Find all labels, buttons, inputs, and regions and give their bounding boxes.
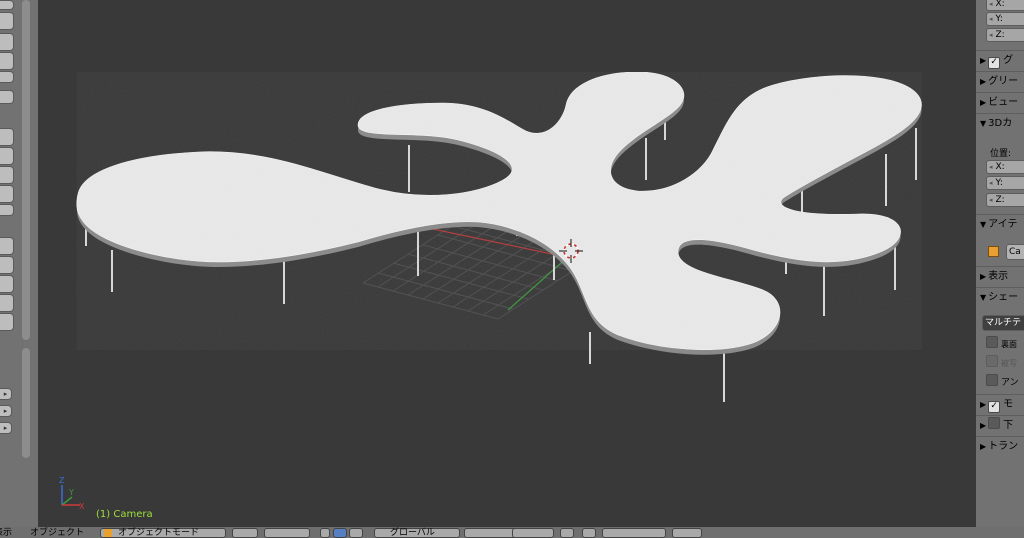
- cursor-x-field[interactable]: ◂ X:: [986, 160, 1024, 174]
- shelf-button[interactable]: [0, 294, 14, 312]
- shelf-button[interactable]: [0, 166, 14, 184]
- collapse-icon: ▼: [980, 293, 987, 302]
- view-menu[interactable]: 表示: [0, 528, 12, 538]
- shading-mode-select[interactable]: マルチテ: [982, 315, 1024, 331]
- shelf-button[interactable]: [0, 256, 14, 274]
- collapse-icon: ▼: [980, 220, 987, 229]
- shelf-scrollbar[interactable]: [22, 0, 30, 340]
- checkbox-checked-icon: ✓: [988, 57, 1001, 69]
- cursor-y-field[interactable]: ◂ Y:: [986, 176, 1024, 190]
- layer-lock-button[interactable]: [560, 528, 574, 538]
- pivot-select[interactable]: [264, 528, 310, 538]
- orientation-label: グローバル: [390, 528, 435, 538]
- shelf-button[interactable]: [0, 0, 14, 10]
- checkbox-checked-icon: ✓: [988, 401, 1001, 413]
- shelf-button[interactable]: [0, 275, 14, 293]
- scene-canvas[interactable]: Z Y X: [38, 0, 976, 527]
- gizmo-x-label: X: [79, 502, 85, 511]
- cursor-z-field[interactable]: ◂ Z:: [986, 193, 1024, 207]
- section-lower[interactable]: ▶ 下: [980, 417, 1024, 435]
- expand-icon: ▶: [980, 400, 987, 409]
- section-transform[interactable]: ▶ トラン: [980, 438, 1024, 456]
- option-depth[interactable]: 被写: [986, 355, 1017, 369]
- expand-icon: ▶: [980, 98, 987, 107]
- section-display[interactable]: ▶ 表示: [980, 268, 1024, 286]
- shelf-button[interactable]: [0, 185, 14, 203]
- shelf-scrollbar[interactable]: [22, 348, 30, 458]
- render-buttons[interactable]: [672, 528, 702, 538]
- checkbox-unchecked-icon: [986, 374, 998, 386]
- shelf-button[interactable]: [0, 237, 14, 255]
- mode-select-label: オブジェクトモード: [118, 528, 200, 538]
- shelf-arrow-button[interactable]: ▸: [0, 405, 12, 417]
- section-shading[interactable]: ▼ シェー: [980, 289, 1024, 307]
- rotation-x-field[interactable]: ◂ X:: [986, 0, 1024, 11]
- option-ambient[interactable]: アン: [986, 374, 1019, 388]
- object-mode-icon: [104, 529, 112, 537]
- shelf-button[interactable]: [0, 128, 14, 146]
- gizmo-y-label: Y: [68, 488, 74, 497]
- shelf-button[interactable]: [0, 52, 14, 70]
- shelf-button[interactable]: [0, 33, 14, 51]
- expand-icon: ▶: [980, 77, 987, 86]
- shelf-button[interactable]: [0, 90, 14, 104]
- expand-icon: ▶: [980, 421, 987, 430]
- gizmo-z-label: Z: [59, 476, 65, 485]
- section-motion[interactable]: ▶ ✓ モ: [980, 396, 1024, 414]
- viewport-header: 表示 オブジェクト オブジェクトモード グローバル: [0, 527, 1024, 538]
- section-grid[interactable]: ▶ グリー: [980, 73, 1024, 91]
- expand-icon: ▶: [980, 272, 987, 281]
- checkbox-disabled-icon: [986, 355, 998, 367]
- manipulator-toggle[interactable]: [320, 528, 330, 538]
- shelf-button[interactable]: [0, 12, 14, 30]
- rotation-y-field[interactable]: ◂ Y:: [986, 12, 1024, 26]
- expand-icon: ▶: [980, 442, 987, 451]
- active-camera-label: (1) Camera: [96, 509, 153, 520]
- checkbox-unchecked-icon: [986, 336, 998, 348]
- section-3d-cursor[interactable]: ▼ 3Dカ: [980, 115, 1024, 133]
- section-item[interactable]: ▼ アイテ: [980, 216, 1024, 234]
- properties-panel: ◂ X: ◂ Y: ◂ Z: ▶ ✓ グ ▶ グリー ▶ ビュー ▼ 3Dカ 位置: ◂ X: ◂…: [976, 0, 1024, 527]
- collapse-icon: ▼: [980, 119, 987, 128]
- organic-slab[interactable]: [76, 71, 922, 350]
- item-name-field[interactable]: Ca: [1006, 244, 1024, 260]
- object-cube-icon: [988, 246, 999, 257]
- shelf-button[interactable]: [0, 204, 14, 216]
- expand-icon: ▶: [980, 56, 987, 65]
- layer-buttons-2[interactable]: [512, 528, 554, 538]
- option-backface[interactable]: 裏面: [986, 336, 1017, 350]
- shelf-button[interactable]: [0, 147, 14, 165]
- shelf-button[interactable]: [0, 313, 14, 331]
- rotation-z-field[interactable]: ◂ Z:: [986, 28, 1024, 42]
- 3d-viewport[interactable]: Z Y X (1) Camera: [38, 0, 976, 527]
- checkbox-unchecked-icon: [988, 417, 1001, 429]
- snap-buttons[interactable]: [602, 528, 666, 538]
- object-menu[interactable]: オブジェクト: [30, 528, 84, 538]
- rotate-button[interactable]: [349, 528, 363, 538]
- tool-shelf: ▸ ▸ ▸: [0, 0, 38, 527]
- proportional-edit-button[interactable]: [582, 528, 596, 538]
- position-label: 位置:: [990, 149, 1012, 159]
- section-view[interactable]: ▶ ビュー: [980, 94, 1024, 112]
- shelf-arrow-button[interactable]: ▸: [0, 388, 12, 400]
- section-grease[interactable]: ▶ ✓ グ: [980, 52, 1024, 70]
- shading-select[interactable]: [232, 528, 258, 538]
- shelf-button[interactable]: [0, 71, 14, 83]
- translate-button[interactable]: [333, 528, 347, 538]
- shelf-arrow-button[interactable]: ▸: [0, 422, 12, 434]
- axis-gizmo: Z Y X: [59, 476, 85, 511]
